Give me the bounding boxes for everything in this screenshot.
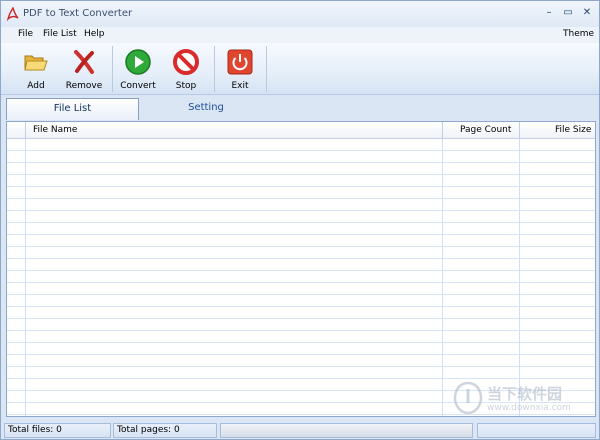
- column-header-page-count[interactable]: Page Count: [460, 125, 511, 135]
- stop-sign-icon: [173, 49, 199, 75]
- progress-bar: [220, 423, 473, 438]
- menu-help[interactable]: Help: [84, 29, 105, 39]
- stop-label: Stop: [175, 81, 197, 91]
- stop-button[interactable]: Stop: [163, 43, 209, 95]
- add-button[interactable]: Add: [13, 43, 59, 95]
- column-header-file-name[interactable]: File Name: [33, 125, 77, 135]
- folder-open-icon: [24, 55, 48, 71]
- play-icon: [125, 49, 151, 75]
- file-list-table[interactable]: File Name Page Count File Size: [6, 121, 596, 417]
- menu-file-list[interactable]: File List: [43, 29, 77, 39]
- convert-button[interactable]: Convert: [115, 43, 161, 95]
- remove-label: Remove: [65, 81, 103, 91]
- toolbar: Add Remove Convert Stop Exit: [1, 43, 599, 95]
- tab-setting[interactable]: Setting: [141, 98, 271, 120]
- status-total-pages: Total pages: 0: [113, 423, 217, 438]
- title-bar[interactable]: PDF to Text Converter – ▭ ✕: [1, 1, 599, 27]
- column-divider[interactable]: [442, 122, 443, 139]
- exit-label: Exit: [231, 81, 249, 91]
- toolbar-separator: [266, 46, 267, 92]
- toolbar-separator: [214, 46, 215, 92]
- exit-button[interactable]: Exit: [217, 43, 263, 95]
- table-header: File Name Page Count File Size: [7, 122, 595, 139]
- convert-label: Convert: [120, 81, 156, 91]
- add-label: Add: [27, 81, 45, 91]
- minimize-button[interactable]: –: [541, 6, 557, 20]
- grid-column-line: [519, 139, 520, 416]
- red-x-icon: [74, 50, 94, 74]
- close-button[interactable]: ✕: [579, 6, 595, 20]
- tab-file-list[interactable]: File List: [6, 98, 139, 120]
- grid-column-line: [25, 139, 26, 416]
- status-total-files: Total files: 0: [4, 423, 111, 438]
- status-empty-panel: [477, 423, 596, 438]
- watermark-logo: 当下软件园 www.downxia.com: [453, 379, 591, 419]
- menu-file[interactable]: File: [18, 29, 33, 39]
- pdf-logo-icon: [6, 7, 19, 21]
- watermark-text: 当下软件园: [487, 385, 563, 403]
- remove-button[interactable]: Remove: [61, 43, 107, 95]
- watermark-icon: [453, 381, 483, 415]
- app-window: PDF to Text Converter – ▭ ✕ File File Li…: [0, 0, 600, 440]
- column-divider[interactable]: [25, 122, 26, 139]
- table-body[interactable]: [7, 139, 595, 416]
- window-title: PDF to Text Converter: [23, 8, 133, 19]
- power-icon: [227, 49, 253, 75]
- watermark-subtext: www.downxia.com: [487, 403, 571, 413]
- menu-theme[interactable]: Theme: [563, 29, 594, 39]
- tab-strip: File List Setting: [1, 96, 599, 120]
- status-bar: Total files: 0 Total pages: 0: [1, 421, 599, 439]
- column-header-file-size[interactable]: File Size: [555, 125, 591, 135]
- column-divider[interactable]: [519, 122, 520, 139]
- menu-bar: File File List Help Theme: [1, 27, 599, 43]
- toolbar-separator: [112, 46, 113, 92]
- grid-column-line: [442, 139, 443, 416]
- restore-button[interactable]: ▭: [560, 6, 576, 20]
